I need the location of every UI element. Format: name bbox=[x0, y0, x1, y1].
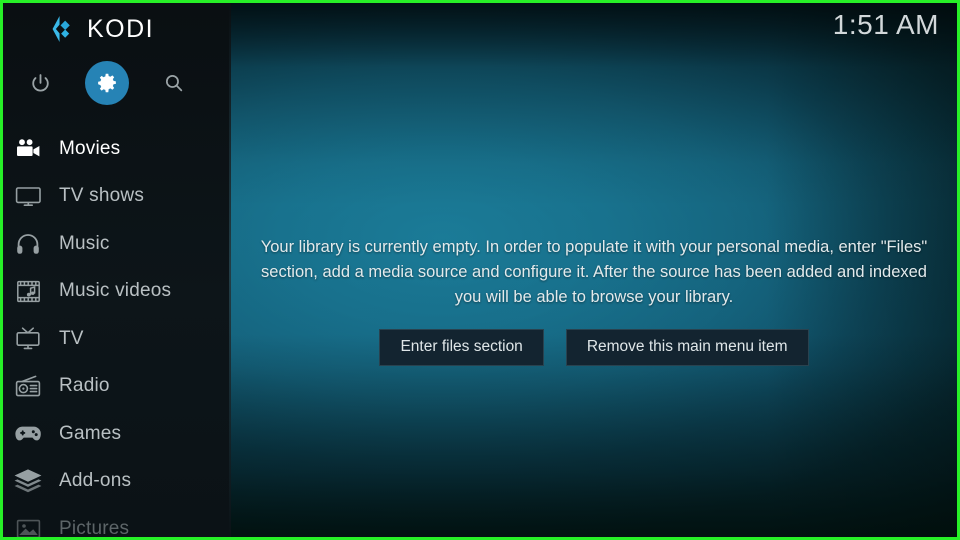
sidebar-item-label: Games bbox=[59, 422, 122, 444]
main-menu: Movies TV shows Music Music videos TV Ra… bbox=[3, 125, 231, 539]
top-action-bar bbox=[3, 55, 231, 111]
sidebar-item-label: Movies bbox=[59, 137, 121, 159]
sidebar-item-label: Radio bbox=[59, 375, 110, 397]
enter-files-section-button[interactable]: Enter files section bbox=[379, 329, 544, 366]
film-music-icon bbox=[13, 278, 43, 304]
sidebar-item-label: Pictures bbox=[59, 517, 130, 539]
sidebar-item-tv[interactable]: TV bbox=[3, 315, 231, 363]
power-icon bbox=[31, 73, 49, 92]
radio-icon bbox=[13, 373, 43, 399]
sidebar: KODI Movies TV shows Music Music videos … bbox=[3, 3, 231, 537]
search-button[interactable] bbox=[155, 64, 193, 102]
sidebar-item-label: Music bbox=[59, 232, 110, 254]
main-content: Your library is currently empty. In orde… bbox=[231, 3, 957, 537]
sidebar-item-radio[interactable]: Radio bbox=[3, 363, 231, 411]
sidebar-item-movies[interactable]: Movies bbox=[3, 125, 231, 173]
settings-button[interactable] bbox=[85, 61, 129, 105]
sidebar-item-music[interactable]: Music bbox=[3, 220, 231, 268]
power-button[interactable] bbox=[21, 64, 59, 102]
kodi-logo: KODI bbox=[3, 3, 231, 55]
addons-box-icon bbox=[14, 469, 42, 493]
sidebar-item-add-ons[interactable]: Add-ons bbox=[3, 458, 231, 506]
remove-main-menu-item-button[interactable]: Remove this main menu item bbox=[565, 329, 809, 366]
sidebar-item-tv-shows[interactable]: TV shows bbox=[3, 173, 231, 221]
sidebar-item-pictures[interactable]: Pictures bbox=[3, 505, 231, 539]
kodi-logo-text: KODI bbox=[87, 14, 155, 43]
sidebar-item-games[interactable]: Games bbox=[3, 410, 231, 458]
sidebar-item-label: TV bbox=[59, 327, 84, 349]
television-icon bbox=[13, 183, 43, 209]
gamepad-icon bbox=[13, 421, 43, 447]
empty-library-message: Your library is currently empty. In orde… bbox=[260, 238, 928, 306]
action-button-row: Enter files section Remove this main men… bbox=[379, 329, 809, 366]
picture-icon bbox=[13, 516, 43, 537]
sidebar-item-music-videos[interactable]: Music videos bbox=[3, 268, 231, 316]
crt-tv-icon bbox=[13, 326, 43, 352]
search-icon bbox=[165, 74, 183, 92]
kodi-logo-icon bbox=[52, 16, 70, 42]
headphones-icon bbox=[13, 231, 43, 257]
kodi-window: 1:51 AM KODI Movies TV shows Music Music… bbox=[0, 0, 960, 540]
movie-camera-icon bbox=[13, 136, 43, 162]
gear-icon bbox=[98, 73, 116, 93]
sidebar-item-label: Music videos bbox=[59, 280, 172, 302]
sidebar-item-label: Add-ons bbox=[59, 470, 132, 492]
sidebar-item-label: TV shows bbox=[59, 185, 145, 207]
